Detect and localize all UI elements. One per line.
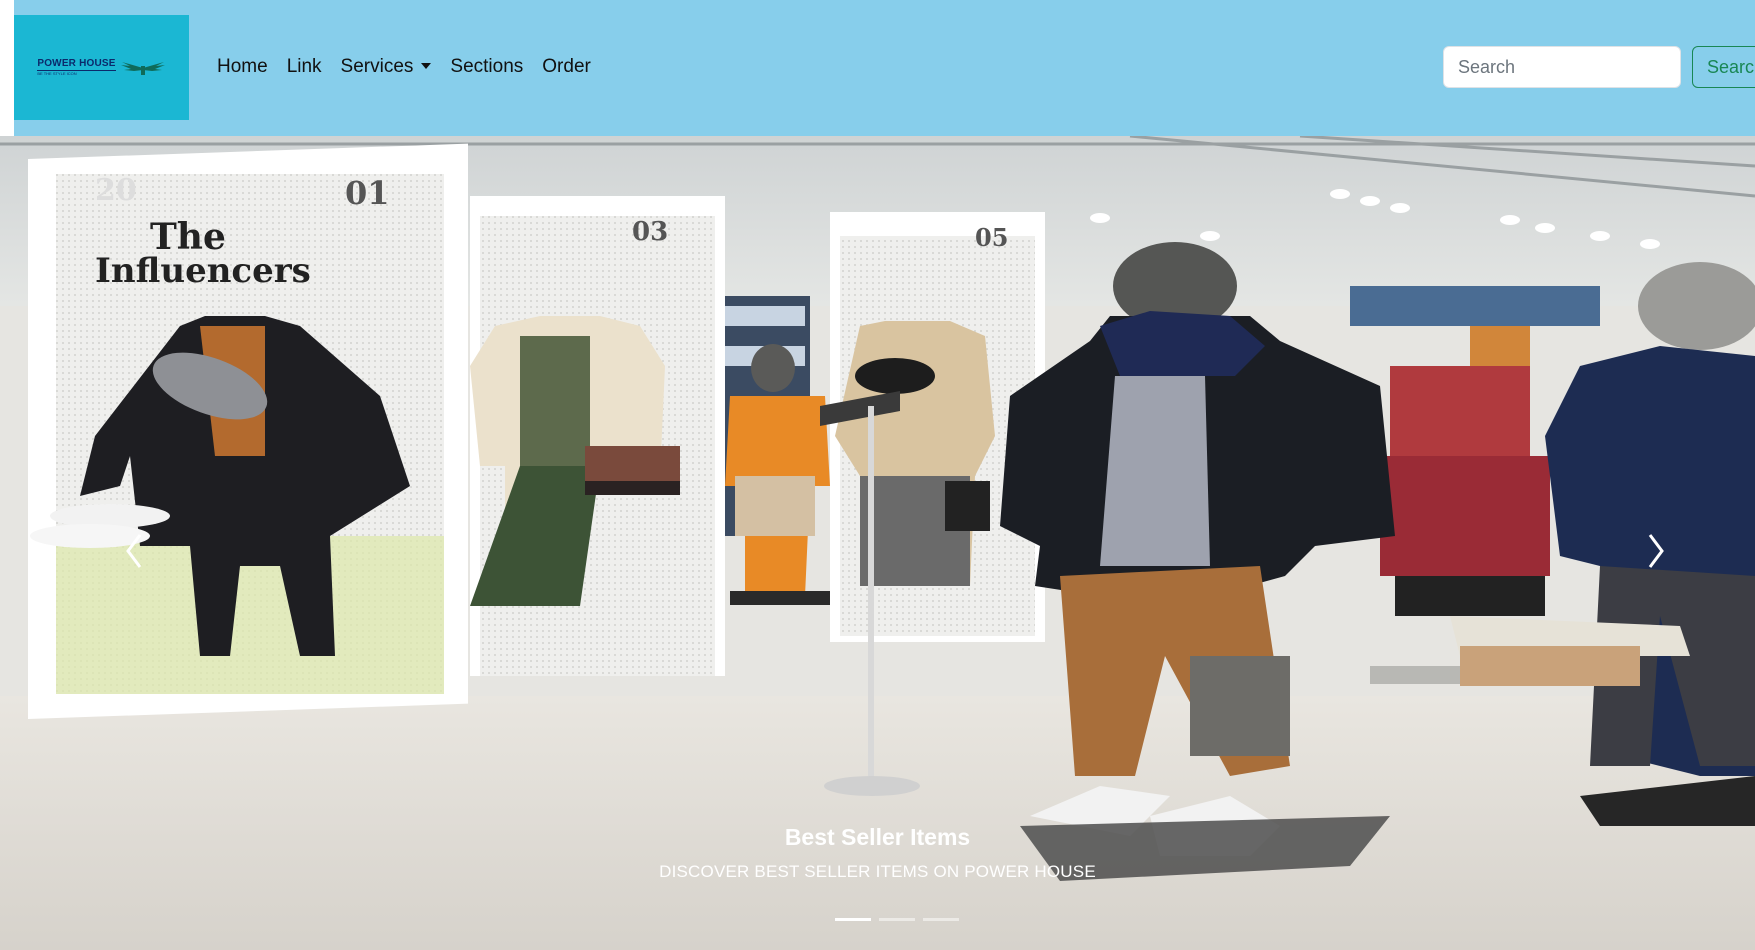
carousel-indicators xyxy=(835,918,959,921)
carousel-next-button[interactable] xyxy=(1636,526,1676,576)
carousel-indicator-2[interactable] xyxy=(879,918,915,921)
nav-link-sections[interactable]: Sections xyxy=(450,56,523,78)
hero-carousel: 20 01 The Influencers 03 05 Best Seller … xyxy=(0,136,1755,950)
wings-icon xyxy=(120,61,165,75)
panel2-number: 03 xyxy=(632,217,668,247)
nav-link-services[interactable]: Services xyxy=(341,56,432,78)
nav-link-services-label: Services xyxy=(340,56,414,77)
panel3-number: 05 xyxy=(975,223,1008,252)
brand-tagline: BE THE STYLE ICON xyxy=(37,71,77,76)
search-input[interactable] xyxy=(1443,46,1681,88)
search-button[interactable]: Search xyxy=(1692,46,1755,88)
brand-logo[interactable]: POWER HOUSE BE THE STYLE ICON xyxy=(14,15,189,120)
nav-link-order[interactable]: Order xyxy=(542,56,591,78)
carousel-caption-text: DISCOVER BEST SELLER ITEMS ON POWER HOUS… xyxy=(659,862,1096,881)
nav-link-link[interactable]: Link xyxy=(287,56,322,78)
nav-links: Home Link Services Sections Order xyxy=(217,56,610,78)
navbar-edge xyxy=(0,0,14,136)
svg-text:20: 20 xyxy=(95,173,137,208)
brand-name: POWER HOUSE xyxy=(37,58,116,71)
navbar: POWER HOUSE BE THE STYLE ICON Home Link … xyxy=(0,0,1755,136)
carousel-indicator-3[interactable] xyxy=(923,918,959,921)
panel1-number: 01 xyxy=(345,174,390,212)
caret-down-icon xyxy=(421,63,432,69)
carousel-prev-button[interactable] xyxy=(114,526,154,576)
chevron-left-icon xyxy=(126,534,142,568)
nav-link-home[interactable]: Home xyxy=(217,56,268,78)
carousel-caption-title: Best Seller Items xyxy=(784,824,971,850)
panel1-title-line2: Influencers xyxy=(95,251,311,291)
chevron-right-icon xyxy=(1648,534,1664,568)
carousel-indicator-1[interactable] xyxy=(835,918,871,921)
brand-wordmark: POWER HOUSE BE THE STYLE ICON xyxy=(37,58,116,76)
